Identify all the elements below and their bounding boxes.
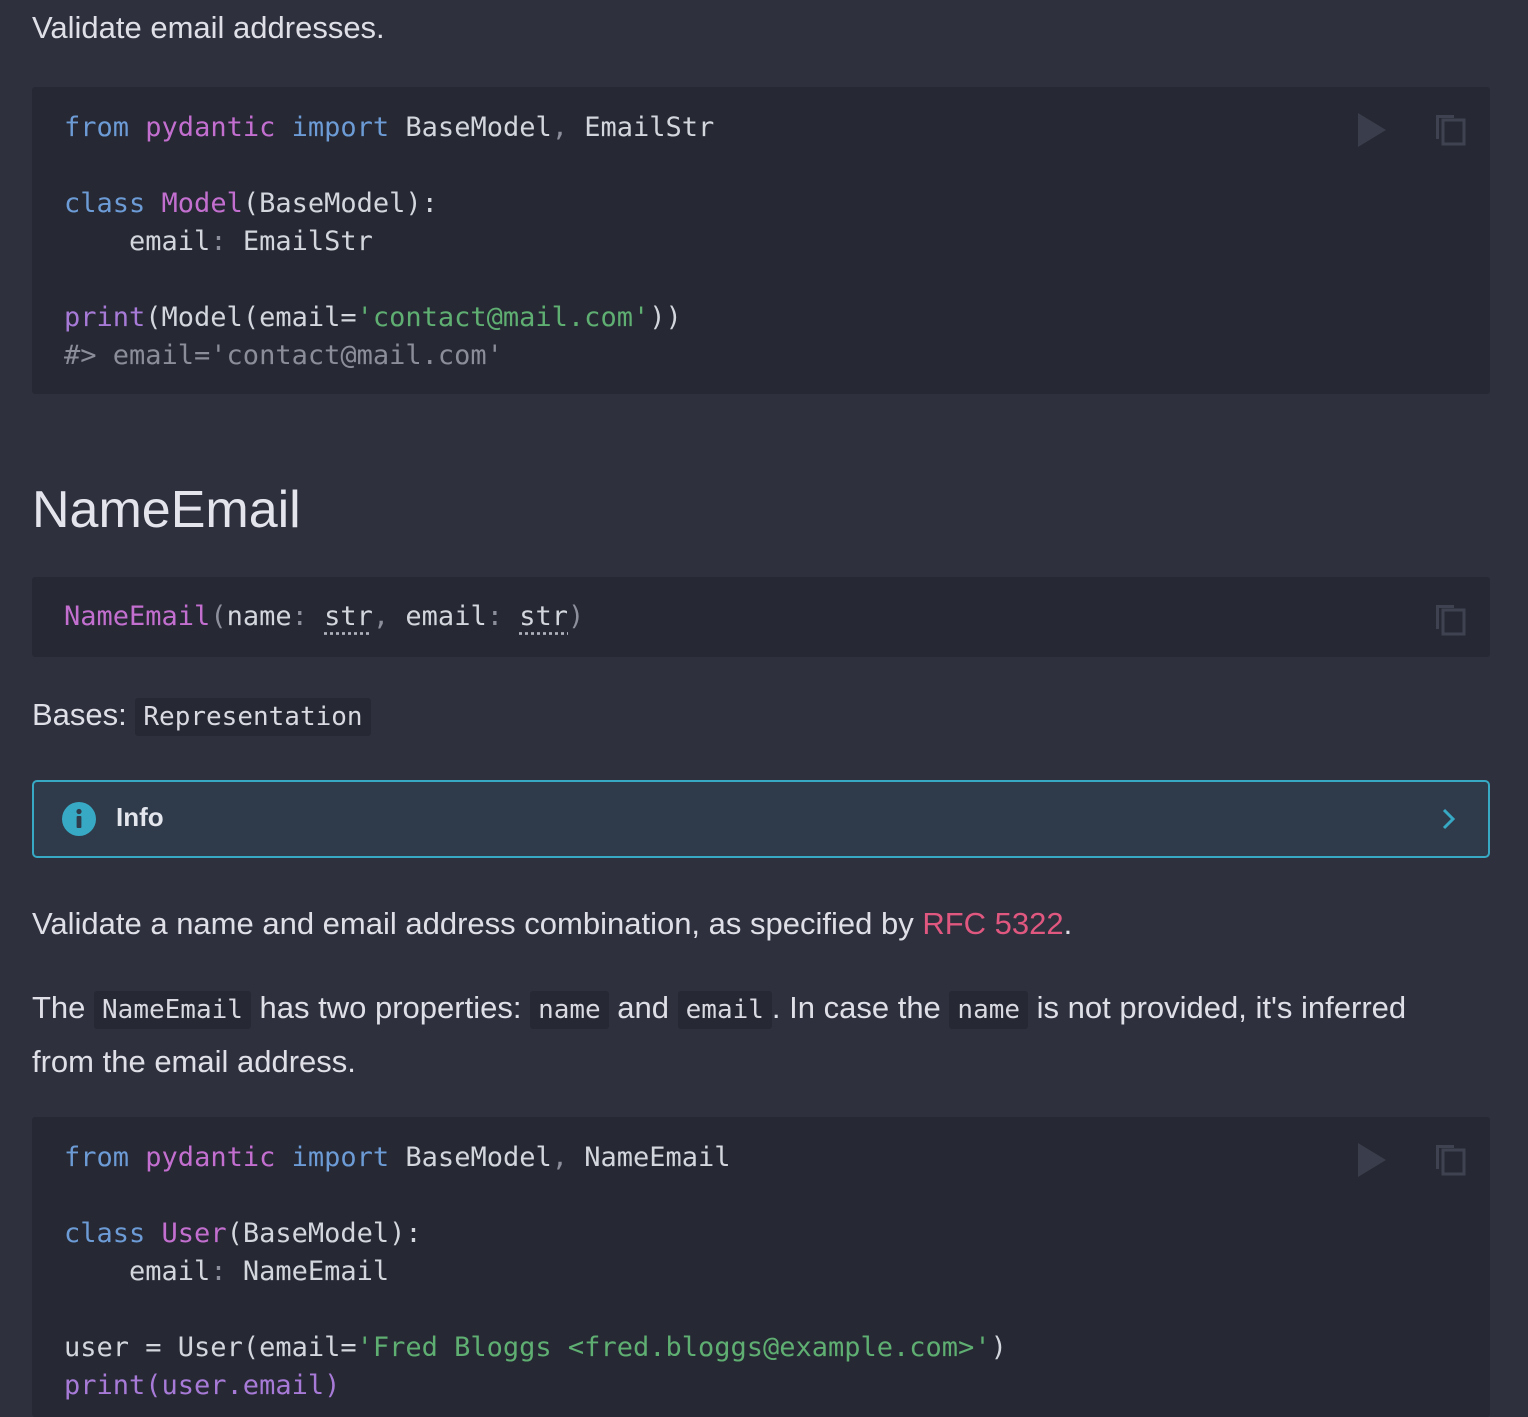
copy-icon — [1436, 605, 1466, 636]
chevron-right-icon[interactable] — [1438, 806, 1460, 837]
inline-code-name: name — [530, 991, 609, 1029]
run-code-button[interactable] — [1354, 111, 1388, 154]
inline-code-nameemail: NameEmail — [94, 991, 251, 1029]
inline-code-name: name — [949, 991, 1029, 1029]
copy-code-button[interactable] — [1432, 1139, 1468, 1182]
bases-line: Bases: Representation — [32, 689, 371, 743]
bases-value[interactable]: Representation — [135, 698, 371, 736]
code-line: user = User(email='Fred Bloggs <fred.blo… — [64, 1332, 1007, 1363]
intro-paragraph: Validate email addresses. — [32, 10, 385, 45]
run-code-button[interactable] — [1354, 1141, 1388, 1184]
copy-icon — [1436, 115, 1466, 146]
code-line: print(Model(email='contact@mail.com')) — [64, 302, 682, 333]
copy-icon — [1436, 1145, 1466, 1176]
bases-label: Bases: — [32, 697, 127, 732]
code-content: from pydantic import BaseModel, EmailStr… — [32, 87, 1490, 375]
copy-code-button[interactable] — [1432, 599, 1468, 642]
type-link-str[interactable]: str — [519, 601, 568, 632]
play-icon — [1358, 1143, 1386, 1177]
code-line: from pydantic import BaseModel, NameEmai… — [64, 1142, 731, 1173]
code-block-email-str: from pydantic import BaseModel, EmailStr… — [32, 87, 1490, 394]
play-icon — [1358, 113, 1386, 147]
admonition-title: Info — [116, 802, 164, 832]
info-admonition[interactable]: Info — [32, 780, 1490, 858]
code-content: from pydantic import BaseModel, NameEmai… — [32, 1117, 1490, 1405]
signature-code: NameEmail(name: str, email: str) — [64, 601, 585, 632]
properties-paragraph: The NameEmail has two properties: name a… — [32, 990, 1407, 1079]
code-line: class Model(BaseModel): — [64, 188, 438, 219]
code-line: print(user.email) — [64, 1370, 341, 1401]
code-line: email: NameEmail — [129, 1256, 390, 1287]
code-line: email: EmailStr — [129, 226, 373, 257]
signature-block: NameEmail(name: str, email: str) — [32, 577, 1490, 657]
code-comment-output: #> email='contact@mail.com' — [64, 340, 503, 371]
type-link-str[interactable]: str — [324, 601, 373, 632]
copy-code-button[interactable] — [1432, 109, 1468, 152]
section-title: NameEmail — [32, 481, 301, 539]
code-block-name-email: from pydantic import BaseModel, NameEmai… — [32, 1117, 1490, 1417]
inline-code-email: email — [677, 991, 772, 1029]
rfc-5322-link[interactable]: RFC 5322 — [922, 906, 1063, 941]
info-icon — [62, 802, 96, 841]
description-paragraph: Validate a name and email address combin… — [32, 906, 1073, 941]
code-line: from pydantic import BaseModel, EmailStr — [64, 112, 715, 143]
code-line: class User(BaseModel): — [64, 1218, 422, 1249]
